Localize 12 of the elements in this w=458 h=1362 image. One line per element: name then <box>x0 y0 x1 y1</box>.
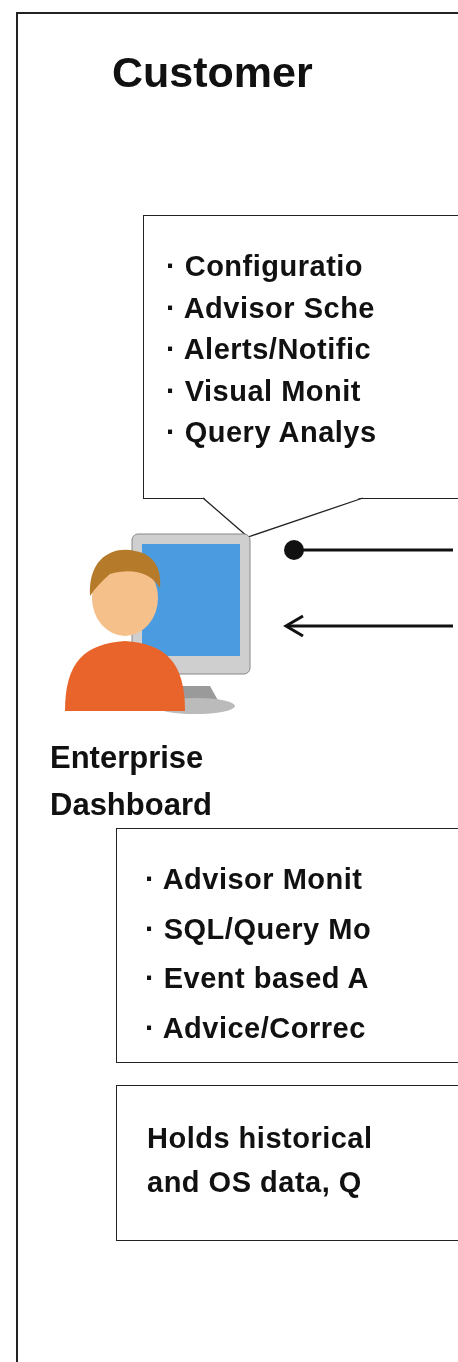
diagram-title: Customer <box>112 48 313 97</box>
bullet-item: · Configuratio <box>166 249 365 284</box>
bullet-item: · Visual Monit <box>166 373 362 409</box>
node-label: Enterprise Dashboard <box>50 739 212 824</box>
bullet-item: · Query Analys <box>166 415 378 450</box>
bullet-item: · Advisor Monit <box>145 862 364 897</box>
bullet-item: · Alerts/Notific <box>166 332 373 367</box>
bullet-item: · Advisor Sche <box>166 290 376 326</box>
bullet-item: · SQL/Query Mo <box>145 911 373 947</box>
bullet-item: · Advice/Correc <box>145 1010 367 1046</box>
storage-text: Holds historical and OS data, Q <box>147 1121 374 1200</box>
bullet-item: · Event based A <box>145 961 370 996</box>
